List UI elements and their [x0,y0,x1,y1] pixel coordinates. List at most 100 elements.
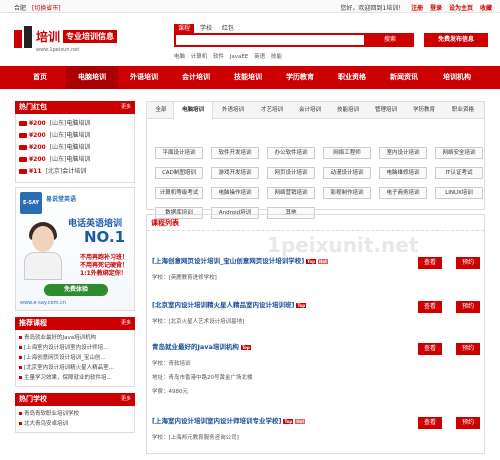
hotbag-title-text: 热门红包 [19,103,47,111]
hotbag-row[interactable]: ¥200 [山东]电脑培训 [19,118,131,130]
nav-item-home[interactable]: 首页 [14,66,66,89]
list-item-text: 青岛就业最好的Java培训机构 [24,335,97,341]
tab-qualification[interactable]: 职业资格 [443,102,483,119]
category-cell[interactable]: 网页设计培训 [267,167,315,179]
ad-benefit-3: 1:1外教绑定你！ [80,270,127,277]
search-tab-course[interactable]: 课程 [174,24,195,33]
tab-computer[interactable]: 电脑培训 [173,102,213,120]
tab-degree[interactable]: 学历教育 [405,102,443,119]
category-cell[interactable]: 网络安全培训 [435,147,483,159]
view-button[interactable]: 查看 [418,343,442,355]
nav-item-degree[interactable]: 学历教育 [274,66,326,89]
category-cell[interactable]: 动漫设计培训 [323,167,371,179]
category-cell[interactable]: 网络营销培训 [267,187,315,199]
category-cell[interactable]: 办公软件培训 [267,147,315,159]
bullet-icon [19,346,22,349]
category-cell[interactable]: 电脑操作培训 [211,187,259,199]
set-homepage-link[interactable]: 设为主页 [449,5,473,12]
nav-item-computer[interactable]: 电脑培训 [66,66,118,89]
book-button[interactable]: 预约 [456,257,480,269]
school-name[interactable]: [英鹿教育进修学校] [169,275,217,281]
nav-item-institutions[interactable]: 培训机构 [430,66,484,89]
nav-item-accounting[interactable]: 会计培训 [170,66,222,89]
list-item-text: [北京室内设计培训精火星人精品室... [24,365,114,371]
view-button[interactable]: 查看 [418,257,442,269]
course-title-link[interactable]: [上海室内设计培训室内设计师培训专业学校] [152,417,281,425]
category-cell[interactable]: 软件开发培训 [211,147,259,159]
category-cell[interactable]: 电子商务培训 [379,187,427,199]
hotbag-price: ¥200 [29,156,46,163]
tab-accounting[interactable]: 会计培训 [291,102,329,119]
search-tab-redpacket[interactable]: 红包 [218,24,238,33]
school-name[interactable]: 青软培训 [169,361,191,367]
list-item[interactable]: [北京室内设计培训精火星人精品室... [19,363,131,373]
category-cell[interactable]: 电脑维修培训 [379,167,427,179]
course-title-link[interactable]: 青岛就业最好的Java培训机构 [152,343,239,351]
hot-keyword[interactable]: JavaEE [230,54,249,60]
category-cell[interactable]: 游戏开发培训 [211,167,259,179]
nav-item-language[interactable]: 外语培训 [118,66,170,89]
register-link[interactable]: 注册 [411,5,423,12]
tab-language[interactable]: 外语培训 [213,102,253,119]
category-cell[interactable]: 影视制作培训 [323,187,371,199]
hotbag-row[interactable]: ¥200 [山东]电脑培训 [19,130,131,142]
school-label: 学校： [152,435,169,441]
school-name[interactable]: [上海邦元教育服务咨询公司] [169,435,239,441]
ad-brand-text: 易说堂英语 [46,196,77,203]
list-item[interactable]: 北大青鸟安卓培训 [19,419,131,429]
logo-mark-black [24,26,32,48]
category-cell[interactable]: 室内设计培训 [379,147,427,159]
bookmark-link[interactable]: 收藏 [480,5,492,12]
category-tabs: 全部 电脑培训 外语培训 才艺培训 会计培训 技能培训 管理培训 学历教育 职业… [146,101,485,120]
search-tab-school[interactable]: 学校 [196,24,216,33]
free-trial-button[interactable]: 免费体验 [44,284,108,296]
hotbag-row[interactable]: ¥200 [山东]电脑培训 [19,154,131,166]
hot-keyword[interactable]: 英语 [254,54,265,60]
list-item[interactable]: [上海室内设计培训室内设计师培... [19,343,131,353]
list-item[interactable]: 青岛就业最好的Java培训机构 [19,333,131,343]
category-cell[interactable]: 网络工程师 [323,147,371,159]
category-cell[interactable]: CAD制图培训 [155,167,203,179]
category-cell[interactable]: 平面设计培训 [155,147,203,159]
hotbag-more-link[interactable]: 更多 [121,101,131,114]
category-cell[interactable]: IT认证考试 [435,167,483,179]
hotbag-row[interactable]: ¥200 [山东]电脑培训 [19,142,131,154]
book-button[interactable]: 预约 [456,343,480,355]
nav-item-qualification[interactable]: 职业资格 [326,66,378,89]
book-button[interactable]: 预约 [456,301,480,313]
english-ad-banner[interactable]: E-SAY 易说堂英语 电话英语培训 NO.1 不用再跑补习班！ 不用再死记硬背… [15,187,135,311]
site-logo[interactable]: 培训 专业培训信息 www.1peixun.net [14,26,140,56]
view-button[interactable]: 查看 [418,417,442,429]
hotbag-row[interactable]: ¥11 [北京]会计培训 [19,166,131,178]
recommend-more-link[interactable]: 更多 [121,317,131,330]
tab-all[interactable]: 全部 [149,102,173,119]
login-link[interactable]: 登录 [430,5,442,12]
school-name[interactable]: [北京火星人艺术设计培训基地] [169,319,245,325]
logo-url: www.1peixun.net [36,47,80,53]
tab-arts[interactable]: 才艺培训 [253,102,291,119]
list-item[interactable]: [上海创意网页设计培训_宝山创... [19,353,131,363]
list-item[interactable]: 青岛青软职业培训学校 [19,409,131,419]
hot-keyword[interactable]: 计算机 [191,54,208,60]
hot-keyword[interactable]: 技能 [271,54,282,60]
view-button[interactable]: 查看 [418,301,442,313]
list-item[interactable]: 主量学习效果，保障就业的软件培... [19,373,131,383]
tab-skills[interactable]: 技能培训 [329,102,367,119]
course-title-link[interactable]: [北京室内设计培训精火星人精品室内设计培训班] [152,301,294,309]
hotschool-more-link[interactable]: 更多 [121,393,131,406]
bullet-icon [19,412,22,415]
category-cell[interactable]: 计算机等级考试 [155,187,203,199]
hot-keyword[interactable]: 电脑 [174,54,185,60]
search-input[interactable] [174,33,366,47]
publish-info-button[interactable]: 免费发布信息 [424,33,488,47]
course-title-link[interactable]: [上海创意网页设计培训_宝山创意网页设计培训学校] [152,257,304,265]
tab-management[interactable]: 管理培训 [367,102,405,119]
category-cell[interactable]: LINUX培训 [435,187,483,199]
search-button[interactable]: 搜索 [366,33,414,47]
switch-city-link[interactable]: [切换省市] [32,5,61,12]
nav-item-skills[interactable]: 技能培训 [222,66,274,89]
nav-item-news[interactable]: 新闻资讯 [378,66,430,89]
book-button[interactable]: 预约 [456,417,480,429]
search-tabs: 课程 学校 红包 [174,24,418,33]
hot-keyword[interactable]: 软件 [213,54,224,60]
